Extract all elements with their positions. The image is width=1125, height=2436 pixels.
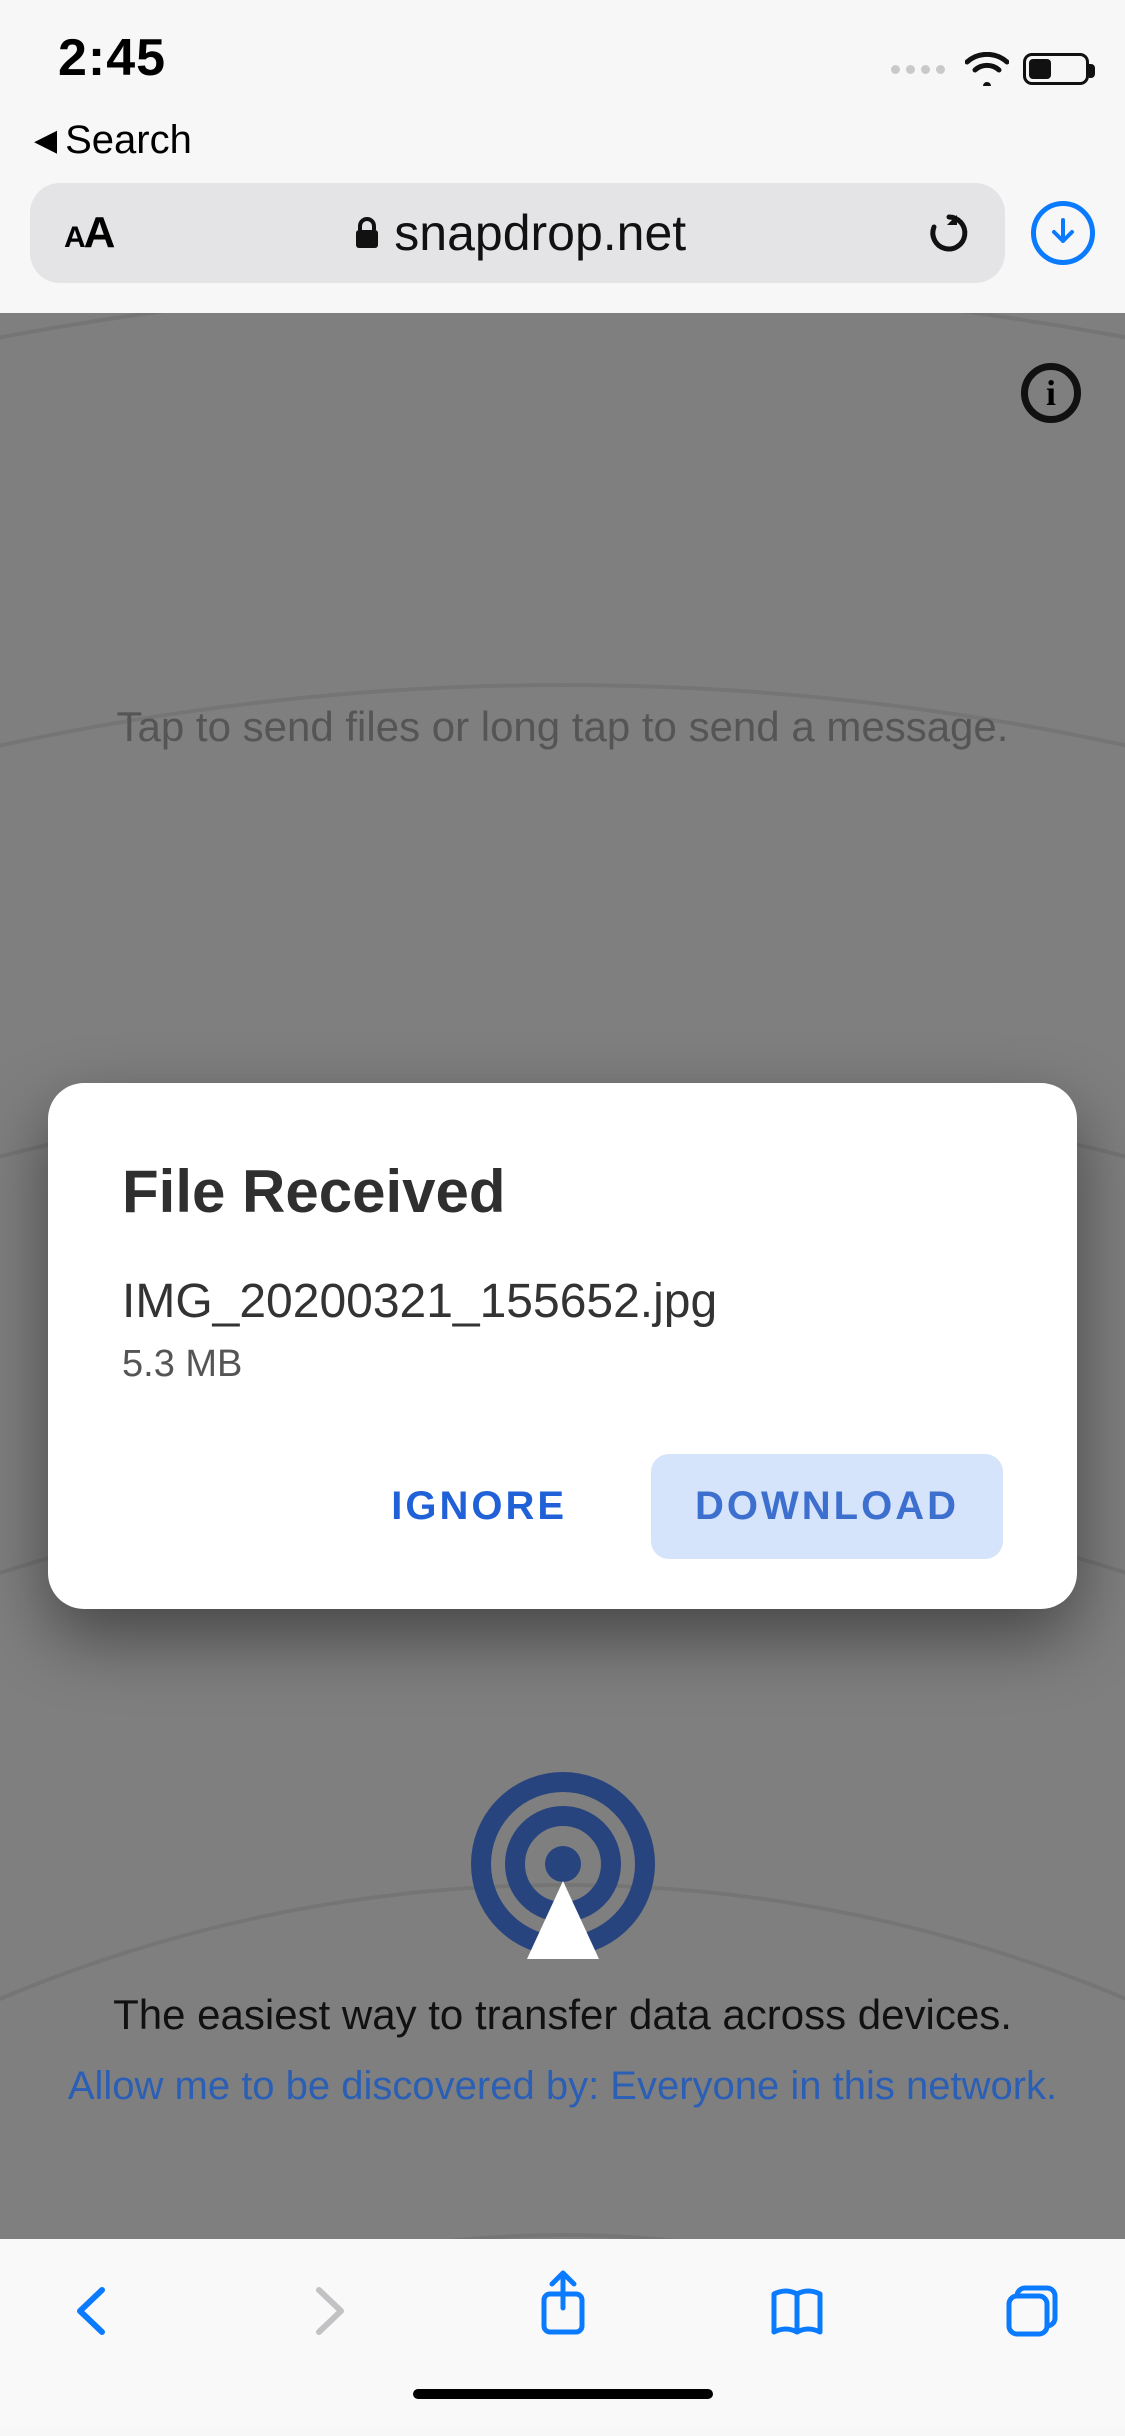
dialog-actions: IGNORE DOWNLOAD bbox=[122, 1454, 1003, 1559]
dialog-file-size: 5.3 MB bbox=[122, 1343, 1003, 1386]
info-icon: i bbox=[1046, 372, 1056, 414]
discovery-link[interactable]: Allow me to be discovered by: Everyone i… bbox=[0, 2064, 1125, 2109]
browser-toolbar bbox=[0, 2239, 1125, 2383]
home-indicator[interactable] bbox=[413, 2389, 713, 2399]
download-arrow-icon bbox=[1047, 217, 1079, 249]
url-text: snapdrop.net bbox=[394, 204, 686, 262]
forward-button[interactable] bbox=[299, 2282, 357, 2340]
back-triangle-icon: ◀ bbox=[34, 126, 57, 156]
info-button[interactable]: i bbox=[1021, 363, 1081, 423]
tabs-button[interactable] bbox=[1003, 2282, 1061, 2340]
share-button[interactable] bbox=[534, 2282, 592, 2340]
share-icon bbox=[534, 2270, 592, 2340]
status-bar: 2:45 bbox=[0, 0, 1125, 118]
home-indicator-area bbox=[0, 2383, 1125, 2427]
lock-icon bbox=[354, 216, 380, 250]
back-to-app[interactable]: ◀ Search bbox=[0, 118, 1125, 183]
broadcast-icon bbox=[463, 1769, 663, 1959]
dialog-file-name: IMG_20200321_155652.jpg bbox=[122, 1274, 1003, 1329]
url-display[interactable]: snapdrop.net bbox=[133, 204, 907, 262]
tagline-text: The easiest way to transfer data across … bbox=[0, 1991, 1125, 2039]
downloads-button[interactable] bbox=[1031, 201, 1095, 265]
back-button[interactable] bbox=[64, 2282, 122, 2340]
tabs-icon bbox=[1003, 2282, 1061, 2340]
bookmarks-button[interactable] bbox=[768, 2282, 826, 2340]
cellular-dots-icon bbox=[891, 65, 945, 74]
reload-icon[interactable] bbox=[927, 211, 971, 255]
ignore-button[interactable]: IGNORE bbox=[347, 1454, 611, 1559]
browser-chrome-top: AA snapdrop.net bbox=[0, 183, 1125, 313]
chevron-right-icon bbox=[299, 2282, 357, 2340]
app-logo bbox=[0, 1769, 1125, 1959]
address-bar[interactable]: AA snapdrop.net bbox=[30, 183, 1005, 283]
book-icon bbox=[768, 2282, 826, 2340]
wifi-icon bbox=[965, 52, 1009, 86]
tap-hint-text: Tap to send files or long tap to send a … bbox=[0, 703, 1125, 751]
dialog-title: File Received bbox=[122, 1157, 1003, 1226]
status-right bbox=[891, 52, 1089, 86]
file-received-dialog: File Received IMG_20200321_155652.jpg 5.… bbox=[48, 1083, 1077, 1609]
download-button[interactable]: DOWNLOAD bbox=[651, 1454, 1003, 1559]
reader-aa-button[interactable]: AA bbox=[64, 208, 113, 258]
battery-icon bbox=[1023, 53, 1089, 85]
page-content: i Tap to send files or long tap to send … bbox=[0, 313, 1125, 2239]
chevron-left-icon bbox=[64, 2282, 122, 2340]
back-label: Search bbox=[65, 118, 192, 163]
